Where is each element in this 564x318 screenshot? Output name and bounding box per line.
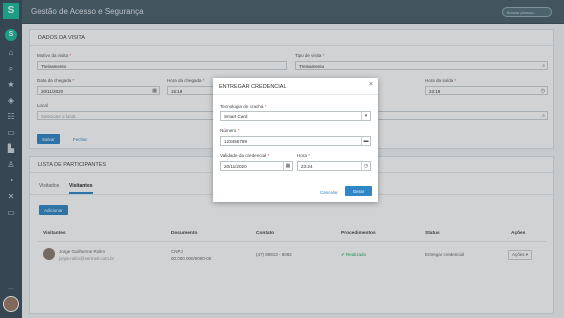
card-icon: ▬ bbox=[361, 137, 370, 145]
modal-divider bbox=[213, 94, 378, 95]
close-icon[interactable]: × bbox=[369, 81, 373, 88]
validade-field[interactable]: 20/11/2020 ▦ bbox=[220, 161, 293, 171]
validade-label: Validade da credencial * bbox=[220, 153, 270, 158]
numero-label: Número * bbox=[220, 128, 240, 133]
tecnologia-label: Tecnologia do crachá * bbox=[220, 104, 267, 109]
clock-icon[interactable]: ◷ bbox=[361, 162, 370, 170]
chevron-down-icon: ▾ bbox=[361, 112, 370, 120]
tecnologia-select[interactable]: Smart Card ▾ bbox=[220, 111, 371, 121]
cancel-button[interactable]: Cancelar bbox=[315, 187, 343, 197]
generate-button[interactable]: Gerar bbox=[345, 186, 372, 196]
calendar-icon[interactable]: ▦ bbox=[283, 162, 292, 170]
hora-label: Hora * bbox=[297, 153, 311, 158]
modal-title: Entregar credencial bbox=[219, 84, 287, 90]
numero-field[interactable]: 123456789 ▬ bbox=[220, 136, 371, 146]
hora-field[interactable]: 23:24 ◷ bbox=[297, 161, 371, 171]
deliver-credential-modal: Entregar credencial × Tecnologia do crac… bbox=[213, 78, 378, 202]
